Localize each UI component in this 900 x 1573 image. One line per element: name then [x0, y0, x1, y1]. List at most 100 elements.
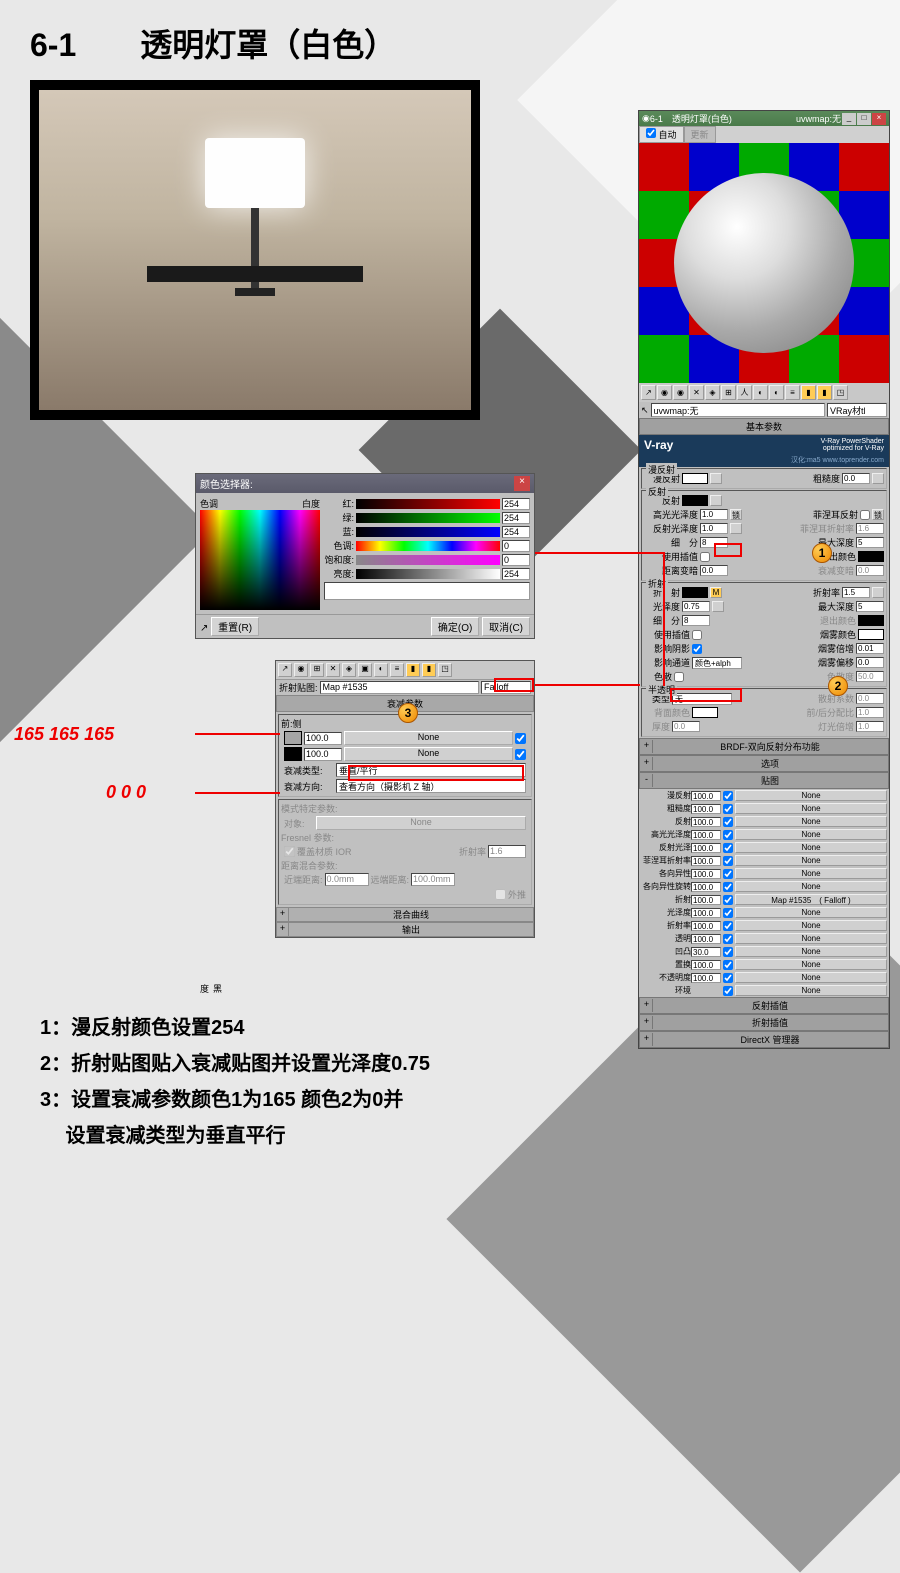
maximize-icon[interactable]: □: [857, 113, 871, 125]
val-value[interactable]: 254: [502, 568, 530, 580]
options-header[interactable]: +选项: [639, 755, 889, 772]
ior-map-button[interactable]: [872, 587, 884, 598]
map-amount[interactable]: 100.0: [691, 804, 721, 814]
output-rollout[interactable]: +输出: [276, 922, 534, 937]
val-slider[interactable]: [356, 569, 500, 579]
ok-button[interactable]: 确定(O): [431, 617, 479, 636]
tool-icon[interactable]: ◈: [342, 663, 356, 677]
map-name-field[interactable]: Map #1535: [320, 681, 479, 694]
cancel-button[interactable]: 取消(C): [482, 617, 530, 636]
tool-icon[interactable]: ◳: [438, 663, 452, 677]
brdf-header[interactable]: +BRDF-双向反射分布功能: [639, 738, 889, 755]
maxdepth-value[interactable]: 5: [856, 537, 884, 548]
color-spectrum[interactable]: [200, 510, 320, 610]
refl-gloss-value[interactable]: 1.0: [700, 523, 728, 534]
tool-icon[interactable]: ◳: [833, 385, 848, 400]
fog-mult-value[interactable]: 0.01: [856, 643, 884, 654]
reflect-swatch[interactable]: [682, 495, 708, 506]
map-amount[interactable]: 100.0: [691, 869, 721, 879]
green-value[interactable]: 254: [502, 512, 530, 524]
map-slot-button[interactable]: None: [735, 868, 887, 879]
close-icon[interactable]: ×: [514, 476, 530, 491]
map-slot-button[interactable]: Map #1535 ( Falloff ): [735, 894, 887, 905]
tool-icon[interactable]: ◐: [753, 385, 768, 400]
tool-icon[interactable]: ≡: [785, 385, 800, 400]
roughness-value[interactable]: 0.0: [842, 473, 870, 484]
map-enable-check[interactable]: [723, 882, 733, 892]
map-amount[interactable]: 100.0: [691, 817, 721, 827]
map-enable-check[interactable]: [723, 791, 733, 801]
color1-swatch[interactable]: [284, 731, 302, 745]
map-slot-button[interactable]: None: [735, 920, 887, 931]
tool-icon[interactable]: ✕: [689, 385, 704, 400]
gloss-value[interactable]: 0.75: [682, 601, 710, 612]
color2-swatch[interactable]: [284, 747, 302, 761]
reflect-map-button[interactable]: [710, 495, 722, 506]
map-amount[interactable]: 100.0: [691, 830, 721, 840]
tool-icon[interactable]: ⊞: [310, 663, 324, 677]
blue-slider[interactable]: [356, 527, 500, 537]
roughness-map-button[interactable]: [872, 473, 884, 484]
map-slot-button[interactable]: None: [735, 816, 887, 827]
dispersion-check[interactable]: [674, 672, 684, 682]
tool-icon[interactable]: ◉: [294, 663, 308, 677]
map-enable-check[interactable]: [723, 830, 733, 840]
color1-enable-check[interactable]: [515, 733, 526, 744]
tool-icon[interactable]: ✕: [326, 663, 340, 677]
refl-gloss-map[interactable]: [730, 523, 742, 534]
dim-value[interactable]: 0.0: [700, 565, 728, 576]
map-slot-button[interactable]: None: [735, 985, 887, 996]
interp-check[interactable]: [700, 552, 710, 562]
tool-icon[interactable]: ≡: [390, 663, 404, 677]
map-amount[interactable]: 30.0: [691, 947, 721, 957]
sat-slider[interactable]: [356, 555, 500, 565]
map-amount[interactable]: 100.0: [691, 960, 721, 970]
map-slot-button[interactable]: None: [735, 790, 887, 801]
map-slot-button[interactable]: None: [735, 946, 887, 957]
tool-icon[interactable]: ◐: [374, 663, 388, 677]
hue-slider[interactable]: [356, 541, 500, 551]
fresnel-lock[interactable]: 锁: [872, 509, 884, 520]
reset-button[interactable]: 重置(R): [211, 617, 259, 636]
refract-swatch[interactable]: [682, 587, 708, 598]
subdiv2-value[interactable]: 8: [682, 615, 710, 626]
map-enable-check[interactable]: [723, 817, 733, 827]
red-slider[interactable]: [356, 499, 500, 509]
eyedropper-icon[interactable]: ↗: [200, 623, 208, 634]
nav-mtl-field[interactable]: VRay材tl: [827, 403, 887, 417]
minimize-icon[interactable]: _: [842, 113, 856, 125]
color2-amount[interactable]: 100.0: [304, 748, 342, 761]
tool-icon[interactable]: ▣: [358, 663, 372, 677]
maxdepth2-value[interactable]: 5: [856, 601, 884, 612]
diffuse-map-button[interactable]: [710, 473, 722, 484]
basic-params-header[interactable]: 基本参数: [639, 418, 889, 435]
map-enable-check[interactable]: [723, 960, 733, 970]
lock-button[interactable]: 锁: [730, 509, 742, 520]
tool-icon[interactable]: ↗: [641, 385, 656, 400]
fog-bias-value[interactable]: 0.0: [856, 657, 884, 668]
fresnel-check[interactable]: [860, 510, 870, 520]
map-amount[interactable]: 100.0: [691, 908, 721, 918]
shadow-check[interactable]: [692, 644, 702, 654]
affect-dropdown[interactable]: 颜色+alph: [692, 657, 742, 669]
map-amount[interactable]: 100.0: [691, 895, 721, 905]
tool-icon[interactable]: ◉: [673, 385, 688, 400]
refract-map-button[interactable]: M: [710, 587, 722, 598]
green-slider[interactable]: [356, 513, 500, 523]
color2-enable-check[interactable]: [515, 749, 526, 760]
map-enable-check[interactable]: [723, 973, 733, 983]
map-slot-button[interactable]: None: [735, 907, 887, 918]
diffuse-swatch[interactable]: [682, 473, 708, 484]
map-enable-check[interactable]: [723, 804, 733, 814]
map-enable-check[interactable]: [723, 921, 733, 931]
map-enable-check[interactable]: [723, 986, 733, 996]
exit-swatch[interactable]: [858, 551, 884, 562]
tool-icon[interactable]: ◈: [705, 385, 720, 400]
map-amount[interactable]: 100.0: [691, 882, 721, 892]
tool-icon[interactable]: ▮: [801, 385, 816, 400]
close-icon[interactable]: ×: [872, 113, 886, 125]
map-enable-check[interactable]: [723, 895, 733, 905]
tool-icon[interactable]: ▮: [422, 663, 436, 677]
tool-icon[interactable]: ▮: [817, 385, 832, 400]
map-amount[interactable]: 100.0: [691, 856, 721, 866]
